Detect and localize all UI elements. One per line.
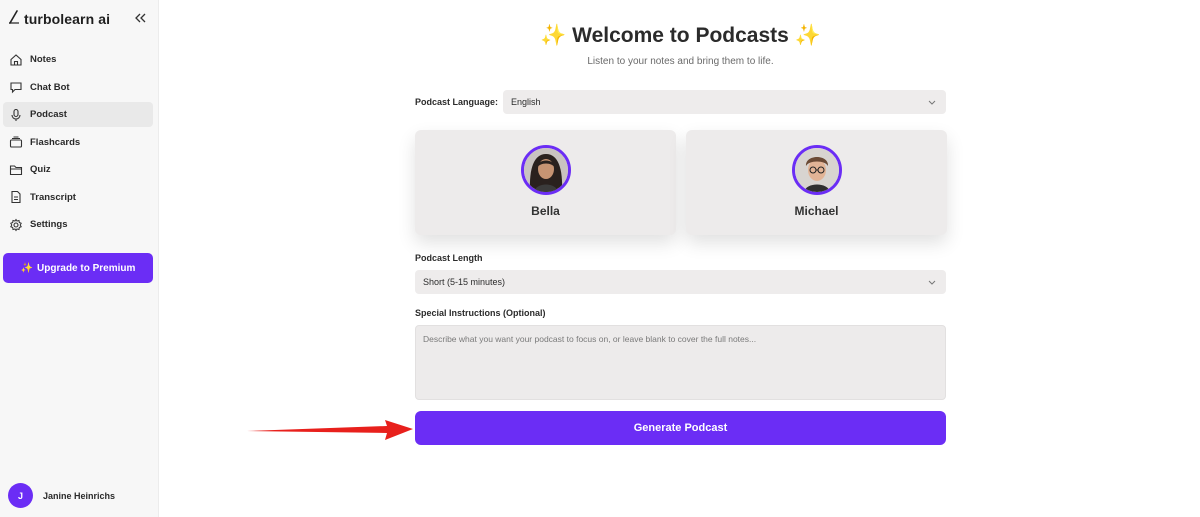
page-subtitle: Listen to your notes and bring them to l… [587,56,774,67]
collapse-sidebar-button[interactable] [131,10,149,28]
instructions-input[interactable] [415,325,946,400]
sidebar-item-settings[interactable]: Settings [3,212,153,237]
sidebar-item-label: Flashcards [30,136,81,148]
page-title-text: Welcome to Podcasts [572,24,789,47]
generate-podcast-button[interactable]: Generate Podcast [415,411,946,445]
folder-icon [9,163,23,177]
home-icon [9,53,23,67]
sidebar-item-label: Settings [30,219,68,230]
sidebar-item-label: Podcast [30,109,67,120]
instructions-label: Special Instructions (Optional) [415,308,546,318]
sidebar-item-podcast[interactable]: Podcast [3,102,153,127]
language-label: Podcast Language: [415,97,499,107]
sparkles-icon: ✨ [794,24,821,47]
sparkles-icon: ✨ [20,262,34,274]
cards-icon [9,135,23,149]
length-label: Podcast Length [415,253,483,263]
length-value: Short (5-15 minutes) [423,277,506,287]
voice-avatar-bella [520,145,571,195]
avatar: J [8,483,33,508]
language-value: English [511,97,541,107]
language-row: Podcast Language: English [415,90,946,114]
pencil-logo-icon [8,9,20,29]
brand[interactable]: turbolearn ai [8,9,111,29]
language-select[interactable]: English [503,90,946,114]
voice-avatar-michael [791,145,842,195]
sidebar-item-label: Notes [30,54,57,65]
chat-icon [9,80,23,94]
sidebar-item-transcript[interactable]: Transcript [3,185,153,210]
voice-name: Michael [794,204,839,218]
sidebar-item-label: Chat Bot [30,81,70,93]
sidebar-item-label: Quiz [30,164,51,175]
sidebar-item-flashcards[interactable]: Flashcards [3,130,153,155]
sparkles-icon: ✨ [540,24,567,47]
chevron-down-icon [928,97,936,107]
sidebar-item-quiz[interactable]: Quiz [3,157,153,182]
sidebar-item-notes[interactable]: Notes [3,47,153,72]
microphone-icon [9,108,23,122]
sidebar: turbolearn ai Notes Chat Bot Podcast Fla… [0,0,159,517]
user-name: Janine Heinrichs [43,490,116,501]
page-title: ✨ Welcome to Podcasts ✨ [415,24,946,48]
gear-icon [9,218,23,232]
brand-name: turbolearn ai [24,11,111,27]
double-chevron-left-icon [134,10,146,28]
user-profile[interactable]: J Janine Heinrichs [8,483,115,508]
sidebar-item-chat-bot[interactable]: Chat Bot [3,75,153,100]
upgrade-label: Upgrade to Premium [37,262,136,274]
voice-card-bella[interactable]: Bella [415,130,676,235]
red-arrow-annotation [247,420,413,440]
length-select[interactable]: Short (5-15 minutes) [415,270,946,294]
voice-card-michael[interactable]: Michael [686,130,947,235]
document-icon [9,190,23,204]
sidebar-item-label: Transcript [30,191,76,203]
sidebar-nav: Notes Chat Bot Podcast Flashcards Quiz T… [3,47,153,240]
upgrade-to-premium-button[interactable]: ✨ Upgrade to Premium [3,253,153,283]
voice-name: Bella [531,204,560,218]
chevron-down-icon [928,277,936,287]
